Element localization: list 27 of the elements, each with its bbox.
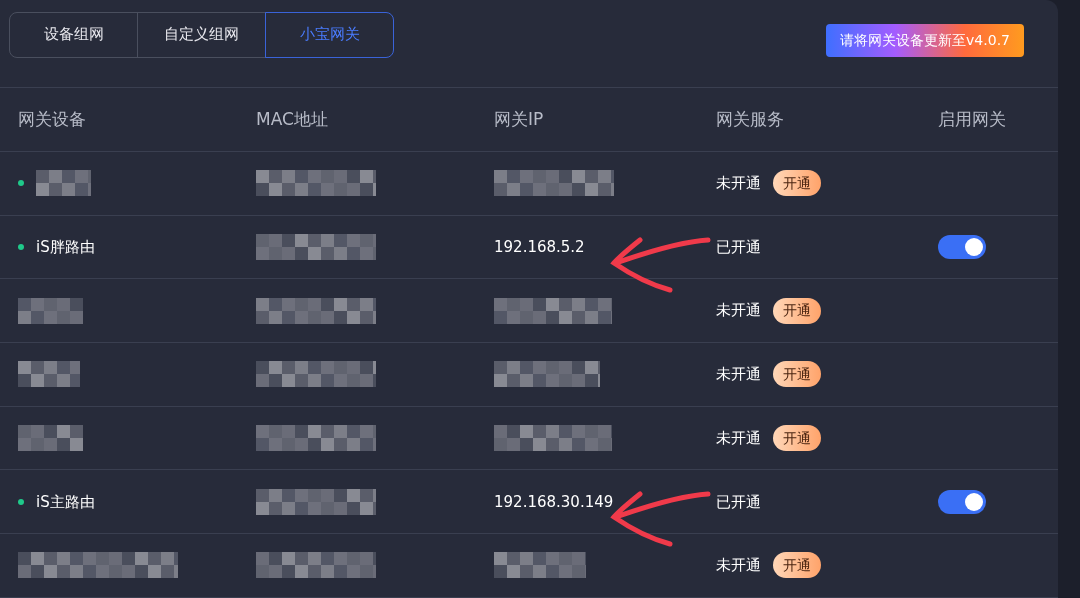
- activate-button[interactable]: 开通: [773, 552, 821, 579]
- table-cell-text: iS主路由: [36, 491, 95, 513]
- service-status: 未开通: [716, 300, 761, 322]
- update-notice[interactable]: 请将网关设备更新至v4.0.7: [826, 24, 1024, 57]
- service-status: 未开通: [716, 173, 761, 195]
- tab[interactable]: 自定义组网: [137, 11, 266, 58]
- table-cell-text: 192.168.30.149: [494, 491, 614, 513]
- activate-button[interactable]: 开通: [773, 170, 821, 197]
- service-status: 已开通: [716, 491, 761, 513]
- column-header: 网关设备: [17, 107, 87, 131]
- service-status: 已开通: [716, 236, 761, 258]
- toggle-switch[interactable]: [938, 235, 986, 260]
- tab[interactable]: 小宝网关: [265, 11, 394, 58]
- service-status: 未开通: [716, 427, 761, 449]
- tab[interactable]: 设备组网: [9, 11, 138, 58]
- service-status: 未开通: [716, 555, 761, 577]
- service-status: 未开通: [716, 364, 761, 386]
- toggle-switch[interactable]: [938, 489, 986, 514]
- activate-button[interactable]: 开通: [773, 425, 821, 452]
- column-header: 启用网关: [938, 107, 1007, 131]
- column-header: 网关IP: [494, 107, 545, 131]
- table-cell-text: iS胖路由: [36, 236, 95, 258]
- activate-button[interactable]: 开通: [773, 361, 821, 388]
- table-cell-text: 192.168.5.2: [494, 236, 585, 258]
- column-header: MAC地址: [256, 107, 329, 131]
- activate-button[interactable]: 开通: [773, 297, 821, 324]
- column-header: 网关服务: [716, 107, 785, 131]
